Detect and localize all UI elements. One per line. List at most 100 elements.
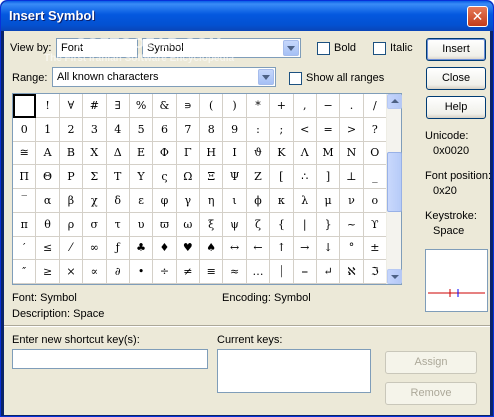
symbol-cell[interactable]: Ψ bbox=[223, 165, 247, 189]
symbol-cell[interactable]: Ξ bbox=[200, 165, 224, 189]
symbol-cell[interactable]: ο bbox=[363, 189, 387, 213]
symbol-cell[interactable]: υ bbox=[129, 212, 154, 237]
symbol-cell[interactable]: Η bbox=[200, 141, 224, 166]
symbol-cell[interactable]: Ι bbox=[223, 141, 247, 166]
symbol-cell[interactable]: ∝ bbox=[83, 260, 107, 284]
symbol-cell[interactable]: ~ bbox=[340, 212, 364, 237]
symbol-cell[interactable]: ϒ bbox=[363, 212, 387, 237]
symbol-cell[interactable]: ≅ bbox=[13, 141, 37, 166]
symbol-cell[interactable]: → bbox=[293, 236, 317, 261]
symbol-cell[interactable]: ∃ bbox=[106, 94, 130, 118]
range-select[interactable]: All known characters bbox=[52, 67, 276, 87]
symbol-cell[interactable]: Ε bbox=[129, 141, 154, 166]
symbol-cell[interactable]: Τ bbox=[106, 165, 130, 189]
font-select[interactable]: Symbol bbox=[142, 38, 301, 58]
symbol-cell[interactable]: ] bbox=[316, 165, 341, 189]
symbol-cell[interactable]: | bbox=[293, 212, 317, 237]
symbol-cell[interactable]: γ bbox=[176, 189, 200, 213]
bold-checkbox[interactable] bbox=[317, 42, 330, 55]
scroll-down-icon[interactable] bbox=[387, 269, 402, 284]
symbol-cell[interactable]: 9 bbox=[223, 117, 247, 142]
symbol-cell[interactable]: 2 bbox=[59, 117, 84, 142]
symbol-cell[interactable]: Ω bbox=[176, 165, 200, 189]
symbol-cell[interactable]: ± bbox=[363, 236, 387, 261]
symbol-cell[interactable] bbox=[13, 94, 37, 118]
symbol-cell[interactable]: ψ bbox=[223, 212, 247, 237]
current-keys-list[interactable] bbox=[217, 349, 371, 393]
symbol-cell[interactable]: Λ bbox=[293, 141, 317, 166]
symbol-cell[interactable]: 8 bbox=[200, 117, 224, 142]
symbol-cell[interactable]: ∂ bbox=[106, 260, 130, 284]
symbol-cell[interactable]: ω bbox=[176, 212, 200, 237]
symbol-cell[interactable]: ≈ bbox=[223, 260, 247, 284]
symbol-cell[interactable]: ♦ bbox=[153, 236, 177, 261]
symbol-cell[interactable]: Γ bbox=[176, 141, 200, 166]
symbol-cell[interactable]: 5 bbox=[129, 117, 154, 142]
symbol-cell[interactable]: δ bbox=[106, 189, 130, 213]
symbol-cell[interactable]: 6 bbox=[153, 117, 177, 142]
symbol-cell[interactable]: ° bbox=[340, 236, 364, 261]
symbol-cell[interactable]: 0 bbox=[13, 117, 37, 142]
symbol-cell[interactable]: ∞ bbox=[83, 236, 107, 261]
symbol-cell[interactable]: ″ bbox=[13, 260, 37, 284]
symbol-cell[interactable]: ↔ bbox=[223, 236, 247, 261]
symbol-cell[interactable]: ≡ bbox=[200, 260, 224, 284]
symbol-cell[interactable]: ≠ bbox=[176, 260, 200, 284]
symbol-cell[interactable]: β bbox=[59, 189, 84, 213]
symbol-cell[interactable]: + bbox=[270, 94, 294, 118]
symbol-cell[interactable]: Α bbox=[36, 141, 60, 166]
show-all-ranges-checkbox[interactable] bbox=[289, 72, 302, 85]
symbol-cell[interactable]: Ρ bbox=[59, 165, 84, 189]
symbol-cell[interactable]: κ bbox=[270, 189, 294, 213]
symbol-cell[interactable]: ⎯ bbox=[293, 260, 317, 284]
symbol-cell[interactable]: ÷ bbox=[153, 260, 177, 284]
symbol-cell[interactable]: 4 bbox=[106, 117, 130, 142]
symbol-cell[interactable]: % bbox=[129, 94, 154, 118]
symbol-cell[interactable]: ⊥ bbox=[340, 165, 364, 189]
symbol-cell[interactable]: α bbox=[36, 189, 60, 213]
symbol-cell[interactable]: θ bbox=[36, 212, 60, 237]
symbol-cell[interactable]: μ bbox=[316, 189, 341, 213]
grid-scrollbar[interactable] bbox=[386, 94, 402, 284]
close-window-button[interactable]: ✕ bbox=[467, 6, 488, 27]
symbol-cell[interactable]: ↓ bbox=[316, 236, 341, 261]
symbol-cell[interactable]: ? bbox=[363, 117, 387, 142]
symbol-cell[interactable]: ≤ bbox=[36, 236, 60, 261]
symbol-cell[interactable]: ≥ bbox=[36, 260, 60, 284]
symbol-cell[interactable]: 3 bbox=[83, 117, 107, 142]
symbol-cell[interactable]: Β bbox=[59, 141, 84, 166]
remove-button[interactable]: Remove bbox=[385, 382, 477, 405]
symbol-cell[interactable]: ∴ bbox=[293, 165, 317, 189]
symbol-cell[interactable]: ℑ bbox=[363, 260, 387, 284]
symbol-cell[interactable]: } bbox=[316, 212, 341, 237]
insert-button[interactable]: Insert bbox=[426, 38, 486, 61]
symbol-cell[interactable]: . bbox=[340, 94, 364, 118]
symbol-cell[interactable]: ) bbox=[223, 94, 247, 118]
symbol-cell[interactable]: ( bbox=[200, 94, 224, 118]
symbol-cell[interactable]: * bbox=[246, 94, 271, 118]
symbol-cell[interactable]: ν bbox=[340, 189, 364, 213]
symbol-cell[interactable]: ‾ bbox=[13, 189, 37, 213]
symbol-cell[interactable]: ↑ bbox=[270, 236, 294, 261]
assign-button[interactable]: Assign bbox=[385, 351, 477, 374]
view-by-mode-select[interactable]: Font bbox=[56, 38, 138, 58]
symbol-cell[interactable]: Χ bbox=[83, 141, 107, 166]
symbol-cell[interactable]: ; bbox=[270, 117, 294, 142]
symbol-cell[interactable]: Μ bbox=[316, 141, 341, 166]
symbol-cell[interactable]: ι bbox=[223, 189, 247, 213]
symbol-cell[interactable]: # bbox=[83, 94, 107, 118]
symbol-cell[interactable]: χ bbox=[83, 189, 107, 213]
symbol-cell[interactable]: Φ bbox=[153, 141, 177, 166]
symbol-cell[interactable]: ϖ bbox=[153, 212, 177, 237]
symbol-cell[interactable]: ↵ bbox=[316, 260, 341, 284]
symbol-cell[interactable]: η bbox=[200, 189, 224, 213]
symbol-cell[interactable]: < bbox=[293, 117, 317, 142]
help-button[interactable]: Help bbox=[426, 96, 486, 119]
symbol-cell[interactable]: , bbox=[293, 94, 317, 118]
symbol-cell[interactable]: / bbox=[363, 94, 387, 118]
new-shortcut-input[interactable] bbox=[12, 349, 208, 369]
symbol-cell[interactable]: − bbox=[316, 94, 341, 118]
symbol-cell[interactable]: λ bbox=[293, 189, 317, 213]
symbol-cell[interactable]: Θ bbox=[36, 165, 60, 189]
symbol-cell[interactable]: Ζ bbox=[246, 165, 271, 189]
